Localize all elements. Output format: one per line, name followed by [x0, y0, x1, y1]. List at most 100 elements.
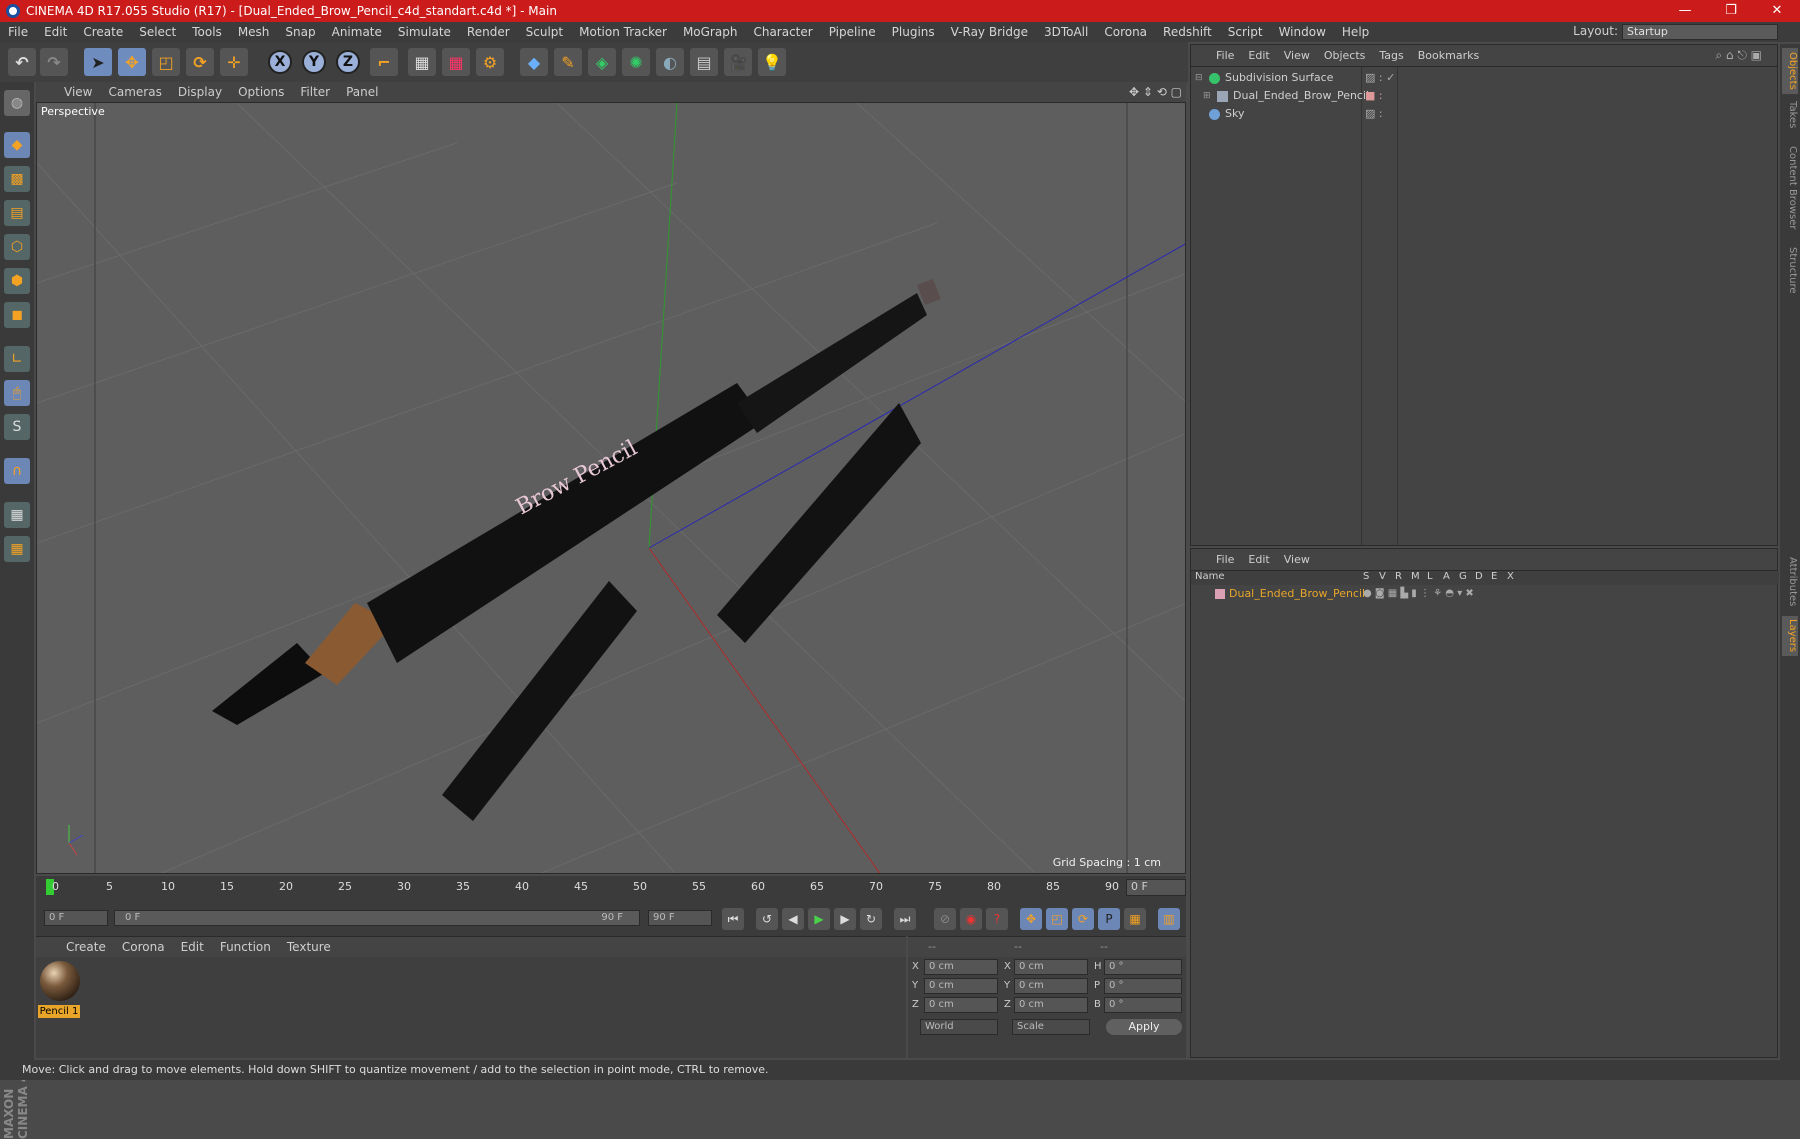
om-search-home-icons[interactable]: ⌕ ⌂ ⎋ ▣: [1708, 48, 1769, 63]
x-axis-toggle[interactable]: X: [268, 50, 292, 74]
key-parameter-icon[interactable]: P: [1098, 908, 1120, 930]
tab-content-browser[interactable]: Content Browser: [1782, 138, 1798, 238]
layer-row[interactable]: Dual_Ended_Brow_Pencil ● ◙ ▦ ▙ ▮ ⋮ ⚘ ◓ ▾…: [1191, 585, 1779, 603]
collapse-toggle-icon[interactable]: ⊟: [1195, 69, 1203, 87]
menu-mesh[interactable]: Mesh: [230, 25, 278, 39]
points-mode-icon[interactable]: ⬡: [4, 234, 30, 260]
pos-y-field[interactable]: 0 cm: [924, 978, 998, 994]
timeline-window-icon[interactable]: ▥: [1158, 908, 1180, 930]
pos-z-field[interactable]: 0 cm: [924, 997, 998, 1013]
axis-mode-icon[interactable]: ∟: [4, 346, 30, 372]
material-menu-function[interactable]: Function: [212, 940, 279, 954]
key-scale-icon[interactable]: ◰: [1046, 908, 1068, 930]
size-y-field[interactable]: 0 cm: [1014, 978, 1088, 994]
layer-col-m[interactable]: M: [1411, 571, 1420, 582]
redo-icon[interactable]: ↷: [40, 48, 68, 76]
menu-pipeline[interactable]: Pipeline: [821, 25, 884, 39]
size-x-field[interactable]: 0 cm: [1014, 959, 1088, 975]
tab-structure[interactable]: Structure: [1782, 242, 1798, 298]
play-icon[interactable]: ▶: [808, 908, 830, 930]
go-to-end-icon[interactable]: ⏭: [894, 908, 916, 930]
lm-menu-file[interactable]: File: [1209, 553, 1241, 566]
perspective-viewport[interactable]: Brow Pencil Perspective Grid Spacing : 1…: [36, 102, 1186, 874]
deformer-icon[interactable]: ◐: [656, 48, 684, 76]
cube-primitive-icon[interactable]: ◆: [520, 48, 548, 76]
layer-name[interactable]: Dual_Ended_Brow_Pencil: [1229, 585, 1365, 603]
tab-layers[interactable]: Layers: [1782, 616, 1798, 656]
material-menu-create[interactable]: Create: [58, 940, 114, 954]
end-frame-field[interactable]: 90 F: [648, 910, 712, 926]
menu-sculpt[interactable]: Sculpt: [518, 25, 571, 39]
om-menu-edit[interactable]: Edit: [1241, 49, 1276, 62]
menu-corona[interactable]: Corona: [1096, 25, 1155, 39]
tab-takes[interactable]: Takes: [1782, 98, 1798, 132]
menu-simulate[interactable]: Simulate: [390, 25, 459, 39]
layer-toggle-icons[interactable]: ● ◙ ▦ ▙ ▮ ⋮ ⚘ ◓ ▾ ✖: [1363, 585, 1474, 603]
next-key-icon[interactable]: ↻: [860, 908, 882, 930]
tweak-mode-icon[interactable]: 🖱: [4, 380, 30, 406]
apply-button[interactable]: Apply: [1106, 1019, 1182, 1035]
object-row-sky[interactable]: Sky ▨ :: [1191, 105, 1779, 123]
om-menu-bookmarks[interactable]: Bookmarks: [1411, 49, 1486, 62]
move-tool-icon[interactable]: ✥: [118, 48, 146, 76]
select-arrow-icon[interactable]: ➤: [84, 48, 112, 76]
viewport-menu-cameras[interactable]: Cameras: [100, 85, 169, 99]
start-frame-field[interactable]: 0 F: [44, 910, 108, 926]
camera-icon[interactable]: 🎥: [724, 48, 752, 76]
layer-col-a[interactable]: A: [1443, 571, 1450, 582]
om-menu-view[interactable]: View: [1277, 49, 1317, 62]
minimize-button[interactable]: —: [1662, 0, 1708, 22]
object-visibility-dots[interactable]: ▨ : ✓: [1365, 69, 1395, 87]
make-editable-icon[interactable]: ◍: [4, 90, 30, 116]
autokey-icon[interactable]: ◉: [960, 908, 982, 930]
material-menu-corona[interactable]: Corona: [114, 940, 173, 954]
floor-scene-icon[interactable]: ▤: [690, 48, 718, 76]
material-thumbnail[interactable]: [40, 961, 80, 1001]
grid-snap-icon[interactable]: ▦: [4, 536, 30, 562]
menu-render[interactable]: Render: [459, 25, 518, 39]
key-pla-icon[interactable]: ▦: [1124, 908, 1146, 930]
menu-redshift[interactable]: Redshift: [1155, 25, 1220, 39]
maximize-button[interactable]: ❐: [1708, 0, 1754, 22]
tab-attributes[interactable]: Attributes: [1782, 552, 1798, 612]
go-to-start-icon[interactable]: ⏮: [722, 908, 744, 930]
rot-b-field[interactable]: 0 °: [1104, 997, 1182, 1013]
render-view-icon[interactable]: ▦: [408, 48, 436, 76]
grid-lock-icon[interactable]: ▦: [4, 502, 30, 528]
workplane-icon[interactable]: ▤: [4, 200, 30, 226]
menu-edit[interactable]: Edit: [36, 25, 75, 39]
layer-col-l[interactable]: L: [1427, 571, 1433, 582]
menu-script[interactable]: Script: [1220, 25, 1271, 39]
material-menu-edit[interactable]: Edit: [173, 940, 212, 954]
pos-x-field[interactable]: 0 cm: [924, 959, 998, 975]
menu-tools[interactable]: Tools: [184, 25, 230, 39]
scale-tool-icon[interactable]: ◰: [152, 48, 180, 76]
object-row-pencil[interactable]: ⊞ Dual_Ended_Brow_Pencil ■ :: [1191, 87, 1779, 105]
coordinate-system-icon[interactable]: ⌐: [370, 48, 398, 76]
current-frame-field[interactable]: 0 F: [1126, 879, 1186, 896]
menu-select[interactable]: Select: [131, 25, 184, 39]
edges-mode-icon[interactable]: ⬢: [4, 268, 30, 294]
subdivision-generator-icon[interactable]: ◈: [588, 48, 616, 76]
menu-file[interactable]: File: [0, 25, 36, 39]
previous-frame-icon[interactable]: ◀: [782, 908, 804, 930]
texture-mode-icon[interactable]: ▩: [4, 166, 30, 192]
spline-pen-icon[interactable]: ✎: [554, 48, 582, 76]
coordinate-mode-dropdown[interactable]: World: [920, 1019, 998, 1035]
menu-vray-bridge[interactable]: V-Ray Bridge: [943, 25, 1036, 39]
om-menu-file[interactable]: File: [1209, 49, 1241, 62]
viewport-menu-options[interactable]: Options: [230, 85, 292, 99]
previous-key-icon[interactable]: ↺: [756, 908, 778, 930]
rotate-tool-icon[interactable]: ⟳: [186, 48, 214, 76]
model-mode-icon[interactable]: ◆: [4, 132, 30, 158]
object-row-subdivision[interactable]: ⊟ Subdivision Surface ▨ : ✓: [1191, 69, 1779, 87]
layer-col-g[interactable]: G: [1459, 571, 1467, 582]
mograph-cloner-icon[interactable]: ✺: [622, 48, 650, 76]
lm-menu-edit[interactable]: Edit: [1241, 553, 1276, 566]
menu-motion-tracker[interactable]: Motion Tracker: [571, 25, 675, 39]
key-position-icon[interactable]: ✥: [1020, 908, 1042, 930]
om-menu-objects[interactable]: Objects: [1317, 49, 1373, 62]
layer-col-r[interactable]: R: [1395, 571, 1402, 582]
keyframe-selection-icon[interactable]: ?: [986, 908, 1008, 930]
viewport-nav-icons[interactable]: ✥ ⇕ ⟲ ▢: [1129, 85, 1182, 99]
